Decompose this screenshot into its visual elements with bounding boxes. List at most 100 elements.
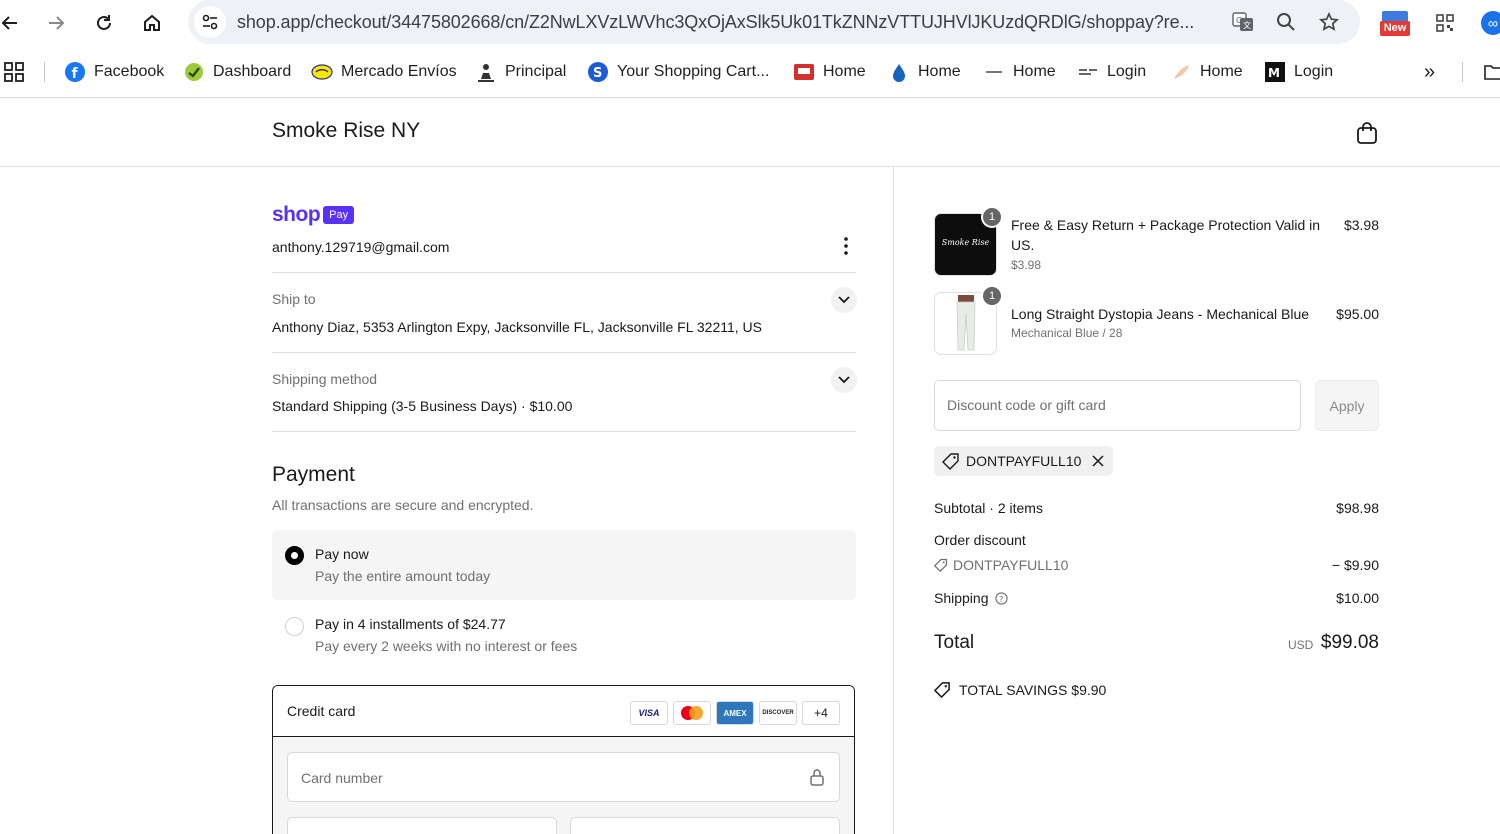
- back-button[interactable]: [0, 9, 24, 37]
- security-code-input[interactable]: [570, 817, 840, 834]
- home-icon: [144, 14, 160, 31]
- chevron-down-icon: [838, 296, 850, 304]
- credit-card-form: Card number: [273, 737, 854, 834]
- bookmark-label: Principal: [505, 63, 567, 80]
- subtotal-label: Subtotal · 2 items: [934, 500, 1043, 516]
- store-name[interactable]: Smoke Rise NY: [272, 119, 420, 143]
- expiry-input[interactable]: [287, 817, 557, 834]
- order-discount-value: − $9.90: [1331, 557, 1379, 573]
- apply-discount-button[interactable]: Apply: [1315, 380, 1379, 431]
- subtotal-value: $98.98: [1336, 500, 1379, 516]
- discount-code-input[interactable]: Discount code or gift card: [934, 380, 1301, 431]
- zoom-button[interactable]: [1274, 10, 1298, 34]
- section-divider: [272, 352, 856, 353]
- quantity-badge: 1: [981, 206, 1003, 228]
- bookmark-home-3[interactable]: Home: [983, 60, 1056, 84]
- cart-site-icon: S: [587, 61, 609, 83]
- translate-button[interactable]: G文: [1231, 10, 1255, 34]
- bookmark-label: Mercado Envíos: [341, 63, 457, 80]
- item-thumbnail-jeans: 1: [934, 285, 1003, 355]
- reload-button[interactable]: [90, 9, 118, 37]
- star-icon: [1319, 12, 1339, 31]
- extension-infinity[interactable]: ∞: [1478, 8, 1500, 38]
- all-bookmarks-button[interactable]: [1484, 60, 1500, 84]
- discover-logo-icon: DISCOVER: [759, 701, 797, 725]
- credit-card-header[interactable]: Credit card VISA AMEX DISCOVER +4: [273, 686, 854, 737]
- bookmark-login-2[interactable]: M Login: [1264, 60, 1333, 84]
- remove-discount-icon[interactable]: [1091, 454, 1105, 468]
- bookmark-login-1[interactable]: Login: [1077, 60, 1146, 84]
- shipping-label: Shipping: [934, 590, 989, 606]
- facebook-icon: f: [64, 61, 86, 83]
- bookmark-star-button[interactable]: [1317, 10, 1341, 34]
- bookmark-your-shopping-cart[interactable]: S Your Shopping Cart...: [587, 60, 769, 84]
- pay-now-subtitle: Pay the entire amount today: [315, 568, 491, 584]
- bookmark-mercado-envios[interactable]: Mercado Envíos: [311, 60, 457, 84]
- cart-bag-button[interactable]: [1354, 120, 1380, 146]
- pay-now-radio[interactable]: [285, 546, 304, 565]
- bookmark-home-2[interactable]: Home: [888, 60, 961, 84]
- account-menu-button[interactable]: [838, 236, 854, 256]
- order-discount-code-row: DONTPAYFULL10: [934, 557, 1068, 573]
- payment-option-pay-now[interactable]: Pay now Pay the entire amount today: [272, 530, 856, 600]
- help-circle-icon[interactable]: ?: [994, 591, 1008, 605]
- installments-radio[interactable]: [285, 617, 304, 636]
- item-variant: Mechanical Blue / 28: [1011, 326, 1123, 340]
- bookmarks-overflow-button[interactable]: »: [1424, 60, 1435, 84]
- zoom-icon: [1277, 13, 1295, 31]
- applied-discount-code: DONTPAYFULL10: [966, 453, 1082, 469]
- payment-option-installments[interactable]: Pay in 4 installments of $24.77 Pay ever…: [272, 600, 856, 670]
- tune-icon: [202, 14, 218, 30]
- drop-icon: [888, 61, 910, 83]
- more-vertical-icon: [844, 237, 848, 255]
- login-site-icon: [1077, 61, 1099, 83]
- apps-button[interactable]: [4, 60, 24, 84]
- home-button[interactable]: [138, 9, 166, 37]
- bookmarks-separator: [44, 62, 45, 82]
- bookmark-label: Login: [1294, 63, 1334, 80]
- bookmark-dashboard[interactable]: Dashboard: [183, 60, 291, 84]
- section-divider: [272, 272, 856, 273]
- savings-tag-icon: [934, 682, 950, 698]
- card-number-input[interactable]: Card number: [287, 752, 840, 802]
- total-label: Total: [934, 632, 975, 653]
- visa-logo-icon: VISA: [630, 701, 668, 725]
- section-divider: [272, 431, 856, 432]
- payment-heading: Payment: [272, 463, 355, 486]
- credit-card-section: Credit card VISA AMEX DISCOVER +4 Card n…: [272, 685, 855, 834]
- dashboard-icon: [183, 61, 205, 83]
- infinity-icon: ∞: [1481, 11, 1500, 35]
- bookmark-home-1[interactable]: Home: [793, 60, 866, 84]
- url-text[interactable]: shop.app/checkout/34475802668/cn/Z2NwLXV…: [237, 12, 1217, 33]
- bookmark-label: Home: [823, 63, 866, 80]
- apps-grid-icon: [4, 62, 24, 82]
- shipping-method-label: Shipping method: [272, 371, 378, 387]
- address-bar[interactable]: shop.app/checkout/34475802668/cn/Z2NwLXV…: [188, 0, 1360, 44]
- extension-qr[interactable]: [1430, 8, 1460, 38]
- site-info-button[interactable]: [194, 6, 226, 38]
- bookmark-label: Facebook: [94, 63, 165, 80]
- discount-placeholder: Discount code or gift card: [947, 397, 1106, 413]
- bookmark-facebook[interactable]: f Facebook: [64, 60, 164, 84]
- item-name: Long Straight Dystopia Jeans - Mechanica…: [1011, 306, 1310, 322]
- order-discount-code: DONTPAYFULL10: [953, 557, 1069, 573]
- bookmarks-separator: [1462, 62, 1463, 82]
- bookmark-principal[interactable]: Principal: [475, 60, 566, 84]
- bookmark-label: Home: [1013, 63, 1056, 80]
- shipping-row-label: Shipping ?: [934, 590, 1008, 606]
- total-currency: USD: [1288, 638, 1314, 652]
- ship-to-expand-button[interactable]: [831, 287, 857, 313]
- bookmark-home-4[interactable]: Home: [1170, 60, 1243, 84]
- shipping-method-expand-button[interactable]: [831, 367, 857, 393]
- store-header: Smoke Rise NY: [0, 99, 1500, 167]
- payment-subtitle: All transactions are secure and encrypte…: [272, 497, 534, 513]
- overflow-chevron-icon: »: [1424, 60, 1436, 83]
- forward-button[interactable]: [42, 9, 70, 37]
- browser-toolbar: shop.app/checkout/34475802668/cn/Z2NwLXV…: [0, 0, 1500, 46]
- svg-text:?: ?: [998, 593, 1002, 603]
- shipping-value: $10.00: [1336, 590, 1379, 606]
- shopping-bag-icon: [1357, 122, 1377, 144]
- lock-icon: [810, 769, 824, 786]
- extension-new[interactable]: New: [1380, 8, 1410, 38]
- applied-discount-chip: DONTPAYFULL10: [934, 446, 1113, 476]
